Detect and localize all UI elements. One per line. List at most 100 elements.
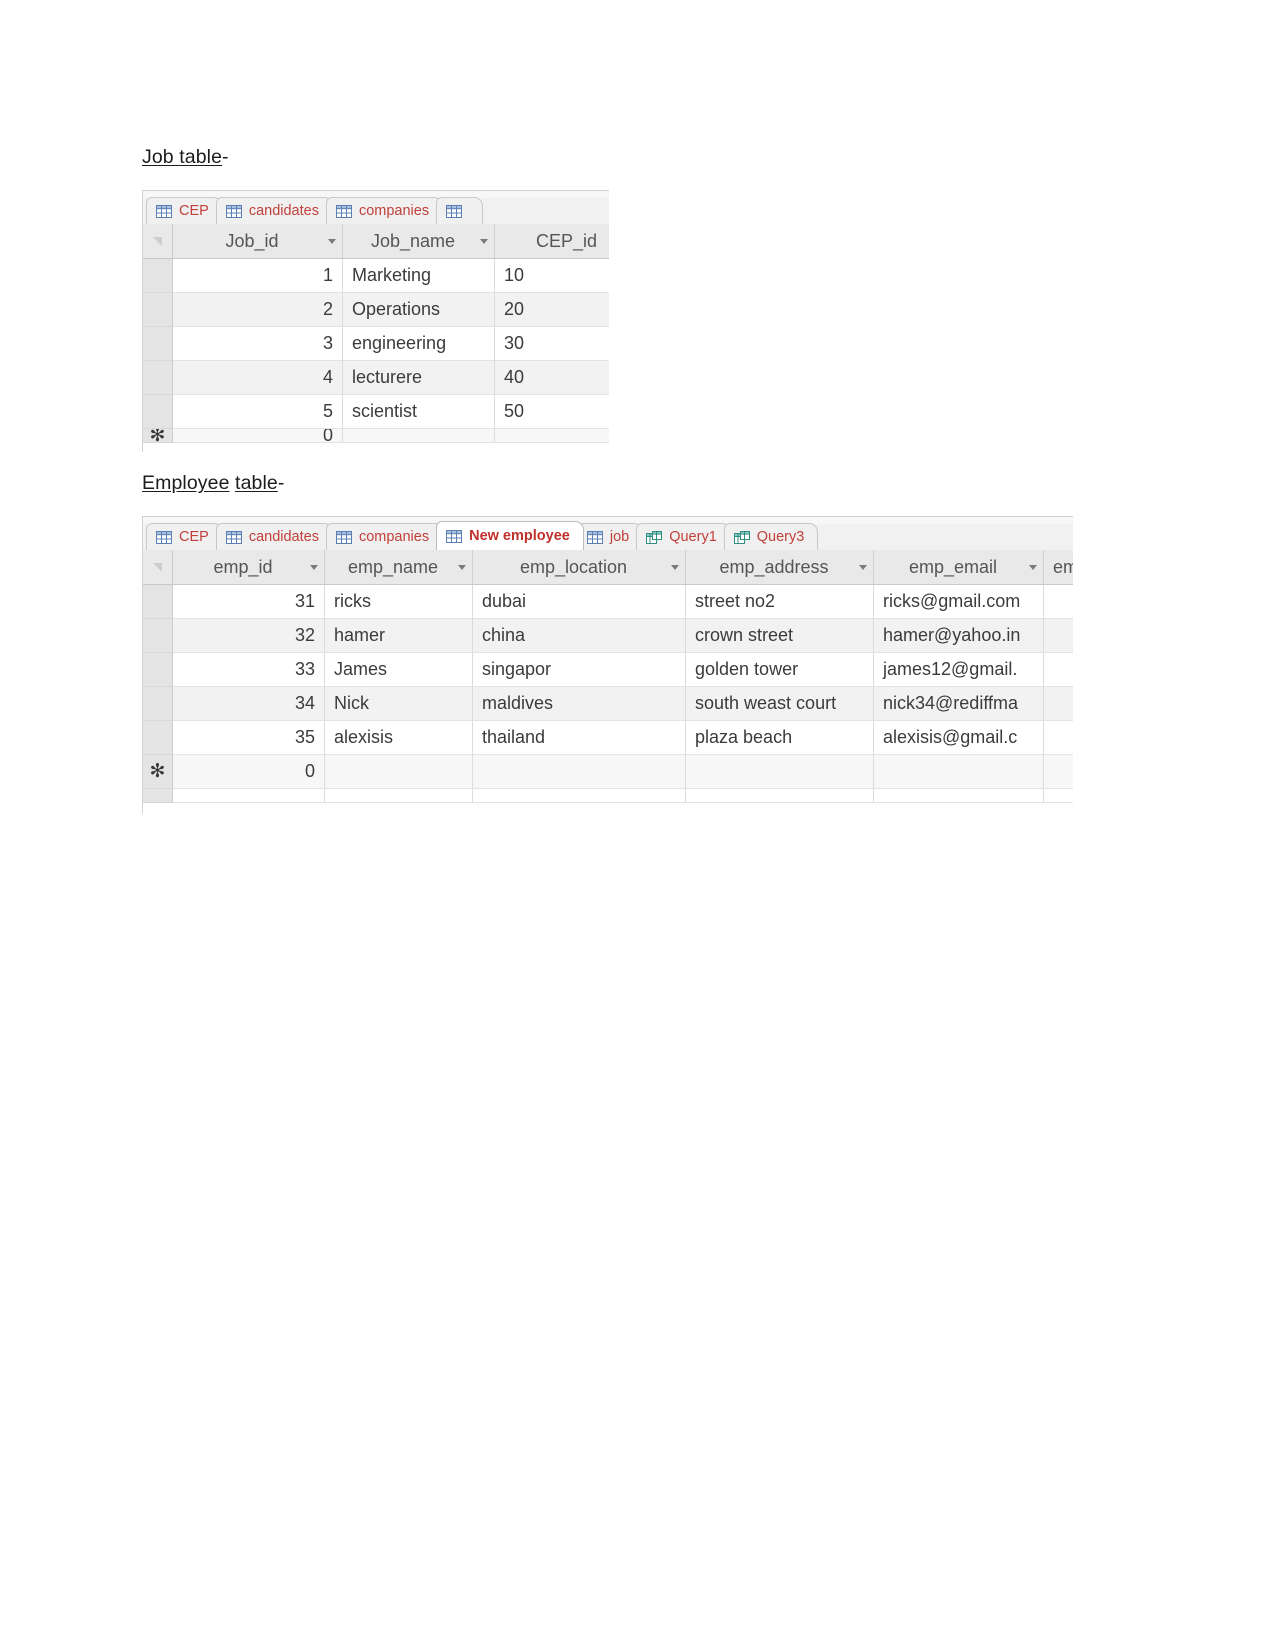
cell-cep-id[interactable]: 50	[495, 395, 609, 429]
cell-emp-email[interactable]: james12@gmail.	[874, 653, 1044, 687]
table-row[interactable]: 34 Nick maldives south weast court nick3…	[143, 687, 1073, 721]
table-row[interactable]: 1 Marketing 10	[143, 259, 609, 293]
cell-job-name[interactable]: lecturere	[343, 361, 495, 395]
row-selector[interactable]	[143, 361, 173, 395]
column-header-emp-id[interactable]: emp_id	[173, 550, 325, 584]
cell-emp-email[interactable]: alexisis@gmail.c	[874, 721, 1044, 755]
chevron-down-icon[interactable]	[1029, 564, 1037, 570]
table-row[interactable]: 32 hamer china crown street hamer@yahoo.…	[143, 619, 1073, 653]
chevron-down-icon[interactable]	[480, 238, 488, 244]
select-all-corner[interactable]	[143, 550, 173, 584]
cell-emp-location[interactable]: china	[473, 619, 686, 653]
tab-candidates[interactable]: candidates	[215, 197, 333, 224]
cell-emp-address[interactable]: crown street	[686, 619, 874, 653]
cell-emp-id[interactable]: 35	[173, 721, 325, 755]
cell-job-id[interactable]: 5	[173, 395, 343, 429]
cell-job-id[interactable]: 3	[173, 327, 343, 361]
cell-cep-id[interactable]: 30	[495, 327, 609, 361]
chevron-down-icon[interactable]	[310, 564, 318, 570]
cell-emp-id[interactable]: 31	[173, 585, 325, 619]
tab-cep[interactable]: CEP	[146, 197, 223, 224]
cell-clipped[interactable]	[1044, 755, 1073, 789]
table-row[interactable]: 35 alexisis thailand plaza beach alexisi…	[143, 721, 1073, 755]
cell-clipped[interactable]	[1044, 653, 1073, 687]
cell-emp-name[interactable]: James	[325, 653, 473, 687]
table-row[interactable]: 5 scientist 50	[143, 395, 609, 429]
new-record-row[interactable]: ✻ 0	[143, 755, 1073, 789]
column-header-emp-name[interactable]: emp_name	[325, 550, 473, 584]
chevron-down-icon[interactable]	[458, 564, 466, 570]
cell-emp-email[interactable]: hamer@yahoo.in	[874, 619, 1044, 653]
cell-emp-name[interactable]: alexisis	[325, 721, 473, 755]
tab-new-employee[interactable]: New employee	[436, 521, 584, 550]
cell-emp-name[interactable]: Nick	[325, 687, 473, 721]
cell-clipped[interactable]	[1044, 585, 1073, 619]
cell-emp-address[interactable]: plaza beach	[686, 721, 874, 755]
cell-job-name[interactable]	[343, 429, 495, 443]
column-header-job-name[interactable]: Job_name	[343, 224, 495, 258]
cell-emp-id[interactable]: 34	[173, 687, 325, 721]
cell-job-name[interactable]: scientist	[343, 395, 495, 429]
new-record-row[interactable]: ✻ 0	[143, 429, 609, 443]
select-all-corner[interactable]	[143, 224, 173, 258]
cell-clipped[interactable]	[1044, 619, 1073, 653]
cell-job-name[interactable]: Operations	[343, 293, 495, 327]
column-header-emp-address[interactable]: emp_address	[686, 550, 874, 584]
cell-emp-email[interactable]	[874, 755, 1044, 789]
tab-candidates[interactable]: candidates	[215, 523, 333, 550]
column-header-cep-id[interactable]: CEP_id	[495, 224, 609, 258]
column-header-clipped[interactable]: em	[1044, 550, 1073, 584]
table-row[interactable]: 31 ricks dubai street no2 ricks@gmail.co…	[143, 585, 1073, 619]
tab-companies[interactable]: companies	[325, 523, 444, 550]
cell-emp-id[interactable]: 32	[173, 619, 325, 653]
row-selector[interactable]	[143, 653, 173, 687]
chevron-down-icon[interactable]	[859, 564, 867, 570]
column-header-emp-location[interactable]: emp_location	[473, 550, 686, 584]
row-selector[interactable]	[143, 585, 173, 619]
row-selector[interactable]	[143, 327, 173, 361]
row-selector[interactable]	[143, 687, 173, 721]
cell-job-name[interactable]: engineering	[343, 327, 495, 361]
tab-query3[interactable]: Query3	[723, 523, 819, 550]
row-selector[interactable]	[143, 619, 173, 653]
cell-emp-email[interactable]: ricks@gmail.com	[874, 585, 1044, 619]
tab-companies[interactable]: companies	[325, 197, 444, 224]
cell-job-name[interactable]: Marketing	[343, 259, 495, 293]
cell-job-id[interactable]: 2	[173, 293, 343, 327]
tab-query1[interactable]: Query1	[636, 523, 731, 550]
row-selector[interactable]	[143, 293, 173, 327]
cell-emp-location[interactable]: singapor	[473, 653, 686, 687]
cell-job-id[interactable]: 4	[173, 361, 343, 395]
cell-emp-location[interactable]: maldives	[473, 687, 686, 721]
cell-emp-name[interactable]	[325, 755, 473, 789]
cell-emp-email[interactable]: nick34@rediffma	[874, 687, 1044, 721]
cell-cep-id[interactable]: 40	[495, 361, 609, 395]
tab-clipped[interactable]	[436, 197, 484, 224]
cell-clipped[interactable]	[1044, 687, 1073, 721]
row-selector[interactable]	[143, 395, 173, 429]
column-header-job-id[interactable]: Job_id	[173, 224, 343, 258]
cell-cep-id[interactable]	[495, 429, 609, 443]
cell-emp-id[interactable]: 0	[173, 755, 325, 789]
row-selector[interactable]	[143, 721, 173, 755]
table-row[interactable]: 3 engineering 30	[143, 327, 609, 361]
cell-emp-address[interactable]: street no2	[686, 585, 874, 619]
tab-job[interactable]: job	[576, 523, 644, 550]
row-selector[interactable]	[143, 259, 173, 293]
cell-emp-location[interactable]	[473, 755, 686, 789]
cell-emp-address[interactable]: golden tower	[686, 653, 874, 687]
cell-cep-id[interactable]: 20	[495, 293, 609, 327]
table-row[interactable]: 4 lecturere 40	[143, 361, 609, 395]
tab-cep[interactable]: CEP	[146, 523, 223, 550]
cell-clipped[interactable]	[1044, 721, 1073, 755]
cell-emp-location[interactable]: thailand	[473, 721, 686, 755]
cell-emp-location[interactable]: dubai	[473, 585, 686, 619]
chevron-down-icon[interactable]	[328, 238, 336, 244]
cell-job-id[interactable]: 1	[173, 259, 343, 293]
cell-emp-address[interactable]	[686, 755, 874, 789]
table-row[interactable]: 33 James singapor golden tower james12@g…	[143, 653, 1073, 687]
cell-emp-address[interactable]: south weast court	[686, 687, 874, 721]
cell-emp-name[interactable]: hamer	[325, 619, 473, 653]
cell-emp-id[interactable]: 33	[173, 653, 325, 687]
column-header-emp-email[interactable]: emp_email	[874, 550, 1044, 584]
